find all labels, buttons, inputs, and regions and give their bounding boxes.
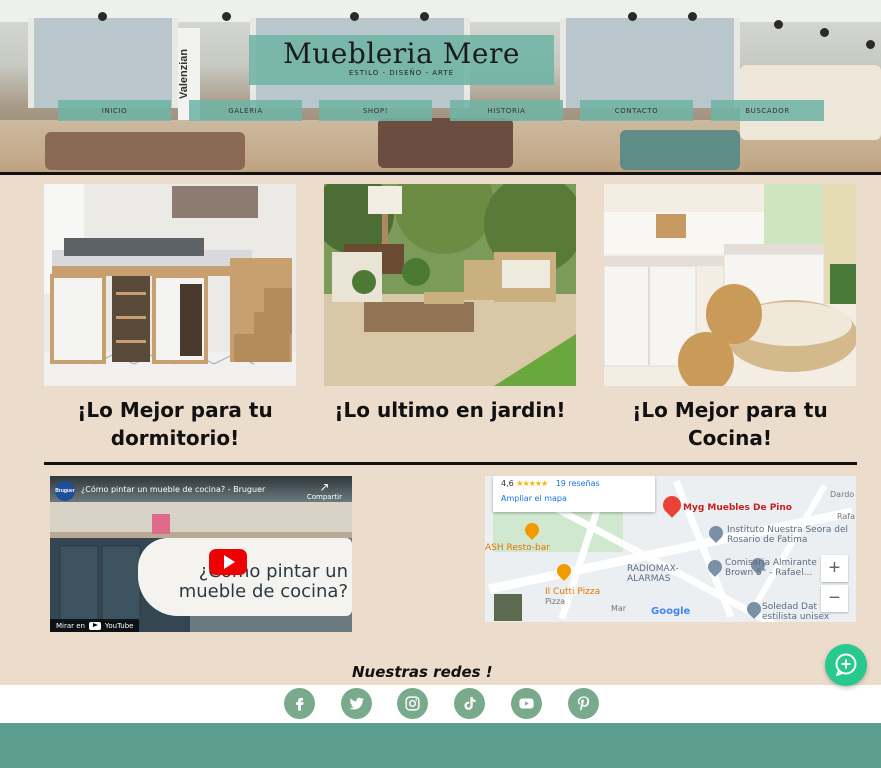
pinterest-button[interactable] — [568, 688, 599, 719]
chairs-image — [620, 130, 740, 170]
map-rating-row: 4,6 ★★★★★ 19 reseñas — [501, 479, 647, 488]
share-icon: ↗ — [319, 480, 330, 494]
garden-image[interactable] — [324, 184, 576, 386]
ceiling-lamp-icon — [688, 12, 697, 21]
twitter-icon — [349, 697, 365, 710]
share-label: Compartir — [306, 493, 342, 501]
nav-shop[interactable]: SHOP! — [319, 100, 432, 121]
chat-plus-icon — [835, 653, 857, 676]
brand-box: Muebleria Mere ESTILO - DISEÑO - ARTE — [249, 35, 554, 85]
pinterest-icon — [577, 696, 590, 711]
showroom-window — [560, 18, 740, 108]
sofa-image — [378, 118, 513, 168]
nav-buscador[interactable]: BUSCADOR — [711, 100, 824, 121]
ceiling-lamp-icon — [866, 40, 875, 49]
video-overlay-text: ¿Cómo pintar un mueble de cocina? — [178, 561, 348, 602]
youtube-logo-icon — [89, 621, 101, 630]
nav-inicio[interactable]: INICIO — [58, 100, 171, 121]
tiktok-button[interactable] — [454, 688, 485, 719]
kitchen-image[interactable] — [604, 184, 856, 386]
map-label-pizza-sub: Pizza — [545, 597, 566, 606]
zoom-in-button[interactable]: + — [821, 555, 848, 582]
google-logo: Google — [651, 606, 691, 617]
ceiling-lamp-icon — [774, 20, 783, 29]
tiktok-icon — [464, 697, 476, 710]
enlarge-map-link[interactable]: Ampliar el mapa — [501, 494, 647, 503]
footer-bar — [0, 723, 881, 768]
youtube-logo-play — [93, 623, 98, 627]
video-title[interactable]: ¿Cómo pintar un mueble de cocina? - Brug… — [81, 485, 265, 494]
map-label-instituto: Instituto Nuestra Seora del Rosario de F… — [727, 525, 849, 545]
ceiling-lamp-icon — [350, 12, 359, 21]
map-street-dardo: Dardo — [830, 490, 855, 499]
map-reviews-link[interactable]: 19 reseñas — [556, 479, 600, 488]
ceiling-lamp-icon — [98, 12, 107, 21]
card-title-jardin: ¡Lo ultimo en jardin! — [334, 398, 566, 422]
facebook-icon — [295, 697, 304, 711]
watch-on-youtube[interactable]: Mirar en YouTube — [50, 619, 140, 632]
twitter-button[interactable] — [341, 688, 372, 719]
ceiling-lamp-icon — [420, 12, 429, 21]
social-bar — [0, 685, 881, 723]
ceiling-lamp-icon — [820, 28, 829, 37]
facebook-button[interactable] — [284, 688, 315, 719]
social-heading: Nuestras redes ! — [352, 663, 493, 681]
street-view-thumbnail[interactable] — [494, 594, 522, 621]
youtube-button[interactable] — [511, 688, 542, 719]
map-street-mar: Mar — [611, 604, 627, 613]
youtube-icon — [519, 698, 534, 709]
nav-galeria[interactable]: GALERIA — [189, 100, 302, 121]
nav-contacto[interactable]: CONTACTO — [580, 100, 693, 121]
watch-on-label: Mirar en — [56, 621, 85, 630]
kitchen-illustration — [604, 184, 856, 386]
share-button[interactable]: ↗ Compartir — [307, 481, 342, 501]
youtube-video-embed[interactable]: Bruguer ¿Cómo pintar un mueble de cocina… — [50, 476, 352, 632]
map-street-rafa: Rafa — [837, 512, 856, 521]
bruguer-logo[interactable]: Bruguer — [55, 481, 75, 501]
zoom-out-button[interactable]: − — [821, 585, 848, 612]
hero-banner: Valenzian Muebleria Mere ESTILO - DISEÑO… — [0, 0, 881, 175]
instagram-button[interactable] — [397, 688, 428, 719]
star-rating-icon: ★★★★★ — [516, 479, 548, 488]
map-label-pizza: Il Cutti Pizza — [545, 587, 601, 597]
map-rating: 4,6 — [501, 479, 514, 488]
chat-widget-button[interactable] — [825, 644, 867, 686]
card-title-cocina: ¡Lo Mejor para tu Cocina! — [632, 398, 828, 450]
instagram-icon — [405, 696, 420, 711]
nav-historia[interactable]: HISTORIA — [450, 100, 563, 121]
map-place-card: 4,6 ★★★★★ 19 reseñas Ampliar el mapa — [493, 476, 655, 512]
youtube-wordmark: YouTube — [105, 621, 134, 630]
google-map-embed[interactable]: 4,6 ★★★★★ 19 reseñas Ampliar el mapa Myg… — [485, 476, 856, 622]
site-title: Muebleria Mere — [283, 37, 520, 70]
ceiling-lamp-icon — [222, 12, 231, 21]
bedroom-illustration — [44, 184, 296, 386]
bedroom-image[interactable] — [44, 184, 296, 386]
map-label-comisaria: Comisaria Almirante Brown 5° - Rafael... — [725, 558, 817, 578]
ceiling-lamp-icon — [628, 12, 637, 21]
section-divider — [44, 462, 857, 465]
sofa-image — [45, 132, 245, 170]
map-place-name[interactable]: Myg Muebles De Pino — [683, 503, 792, 513]
card-title-dormitorio: ¡Lo Mejor para tu dormitorio! — [77, 398, 273, 450]
play-button[interactable] — [209, 549, 247, 575]
map-label-radiomax: RADIOMAX-ALARMAS — [627, 564, 679, 584]
garden-illustration — [324, 184, 576, 386]
map-label-resto: ASH Resto-bar — [485, 543, 550, 553]
showroom-window — [28, 18, 178, 108]
